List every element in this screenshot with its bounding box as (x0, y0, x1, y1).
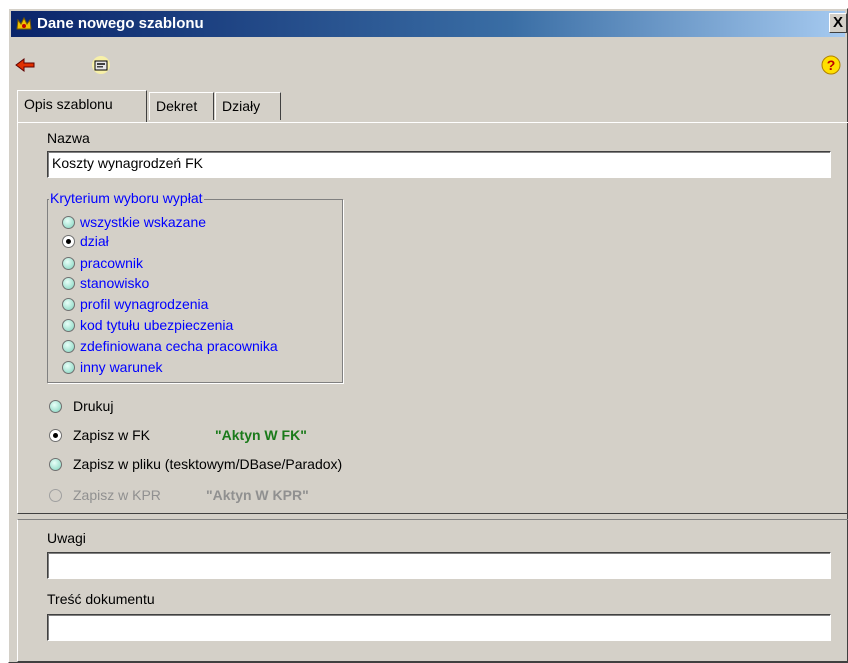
save-button[interactable] (89, 53, 113, 77)
name-field[interactable]: Koszty wynagrodzeń FK (47, 151, 831, 178)
tab-opis-szablonu[interactable]: Opis szablonu (17, 90, 147, 122)
radio-icon (49, 458, 62, 471)
help-icon: ? (821, 55, 841, 75)
radio-disabled-icon (49, 489, 62, 502)
content-field[interactable] (47, 614, 831, 641)
title-bar[interactable]: Dane nowego szablonu X (11, 11, 847, 37)
radio-icon (62, 257, 75, 270)
back-button[interactable] (13, 53, 37, 77)
fk-target-note: "Aktyn W FK" (215, 427, 307, 443)
radio-icon (62, 340, 75, 353)
radio-icon (62, 277, 75, 290)
radio-icon (62, 216, 75, 229)
radio-checked-icon (49, 429, 62, 442)
name-label: Nazwa (47, 130, 90, 146)
help-button[interactable]: ? (819, 53, 843, 77)
radio-icon (62, 319, 75, 332)
kpr-target-note: "Aktyn W KPR" (206, 487, 309, 503)
content-label: Treść dokumentu (47, 591, 155, 607)
notes-field[interactable] (47, 552, 831, 579)
criteria-legend: Kryterium wyboru wypłat (49, 190, 204, 206)
close-button[interactable]: X (829, 13, 847, 33)
radio-icon (62, 298, 75, 311)
tab-dekret[interactable]: Dekret (149, 92, 214, 120)
window-title: Dane nowego szablonu (37, 15, 204, 32)
clipboard-save-icon (92, 56, 110, 74)
notes-label: Uwagi (47, 530, 86, 546)
svg-text:?: ? (827, 57, 836, 73)
app-crown-icon (16, 16, 32, 30)
tab-dzialy[interactable]: Działy (215, 92, 281, 120)
radio-icon (49, 400, 62, 413)
radio-icon (62, 361, 75, 374)
radio-checked-icon (62, 235, 75, 248)
arrow-left-icon (15, 58, 35, 72)
